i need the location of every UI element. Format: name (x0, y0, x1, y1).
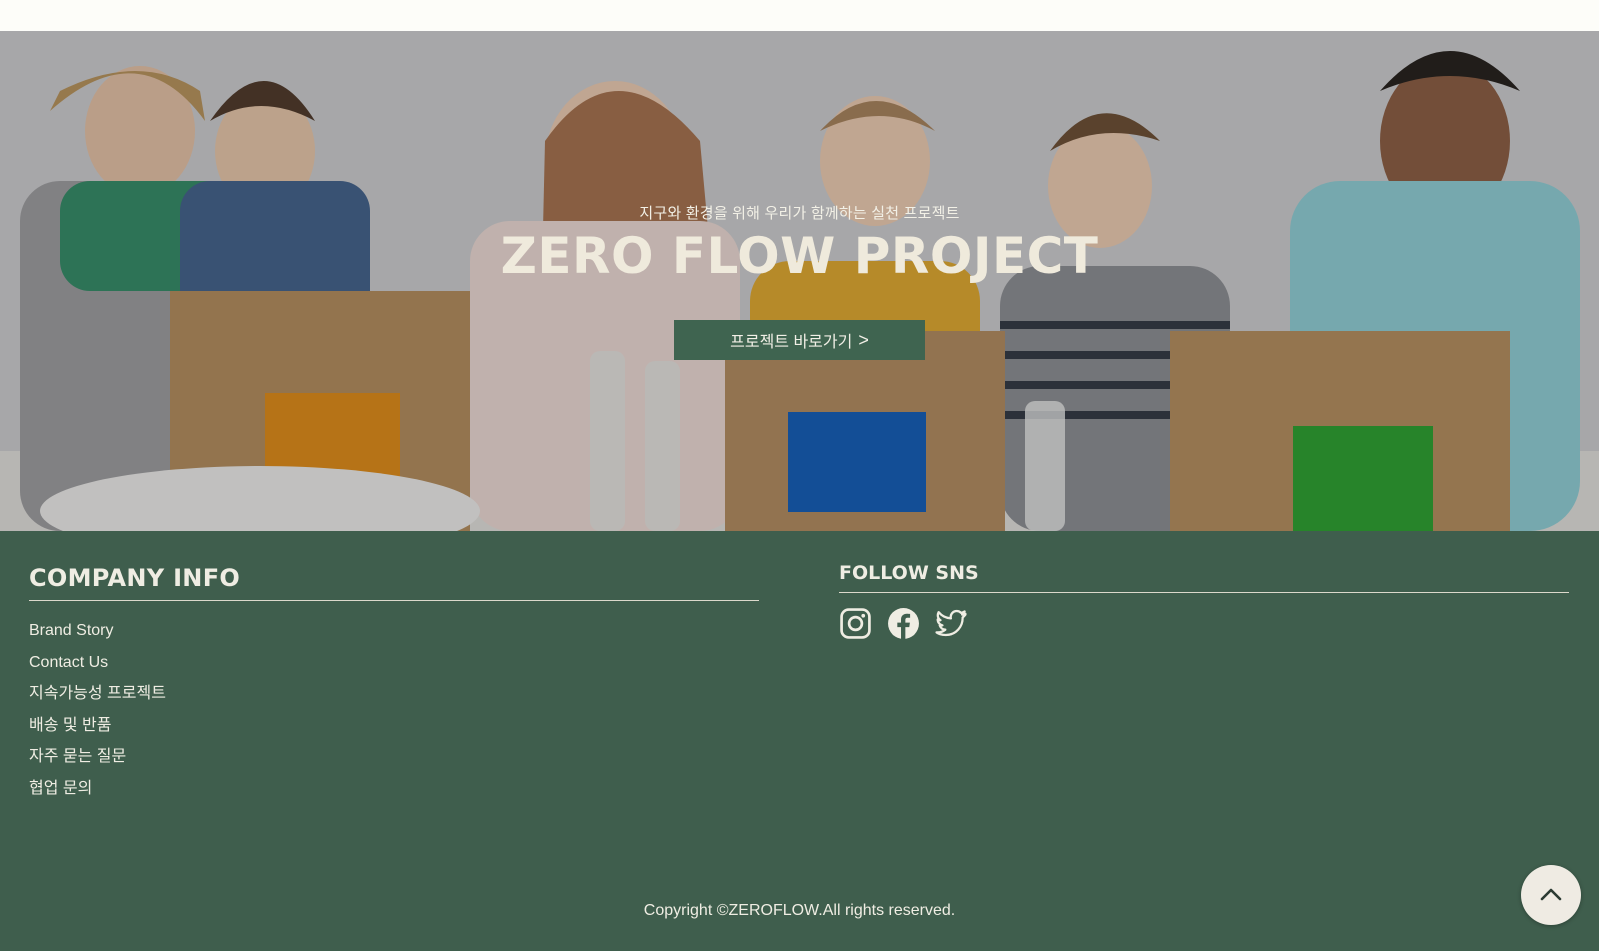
facebook-icon[interactable] (887, 607, 920, 640)
project-link-button[interactable]: 프로젝트 바로가기 > (674, 320, 925, 360)
hero-title: ZERO FLOW PROJECT (500, 227, 1099, 285)
company-info-heading: COMPANY INFO (29, 564, 759, 601)
project-link-label: 프로젝트 바로가기 (730, 334, 853, 351)
arrow-right-icon: > (858, 329, 869, 350)
sns-links (839, 607, 1569, 640)
follow-sns-section: FOLLOW SNS (839, 562, 1569, 640)
footer: COMPANY INFO Brand Story Contact Us 지속가능… (0, 531, 1599, 951)
company-links: Brand Story Contact Us 지속가능성 프로젝트 배송 및 반… (29, 621, 759, 799)
footer-link-sustainability[interactable]: 지속가능성 프로젝트 (29, 684, 759, 704)
top-bar (0, 0, 1599, 31)
company-info-section: COMPANY INFO Brand Story Contact Us 지속가능… (29, 564, 759, 810)
hero-subtitle: 지구와 환경을 위해 우리가 함께하는 실천 프로젝트 (639, 205, 960, 222)
chevron-up-icon (1540, 888, 1562, 901)
footer-link-contact-us[interactable]: Contact Us (29, 653, 759, 673)
copyright-text: Copyright ©ZEROFLOW.All rights reserved. (643, 902, 956, 919)
follow-sns-heading: FOLLOW SNS (839, 562, 1569, 593)
footer-link-faq[interactable]: 자주 묻는 질문 (29, 747, 759, 767)
footer-link-collaboration[interactable]: 협업 문의 (29, 779, 759, 799)
instagram-icon[interactable] (839, 607, 872, 640)
scroll-to-top-button[interactable] (1521, 865, 1581, 925)
hero-banner: 지구와 환경을 위해 우리가 함께하는 실천 프로젝트 ZERO FLOW PR… (0, 31, 1599, 531)
footer-link-shipping-returns[interactable]: 배송 및 반품 (29, 716, 759, 736)
footer-link-brand-story[interactable]: Brand Story (29, 621, 759, 641)
twitter-icon[interactable] (935, 607, 968, 640)
